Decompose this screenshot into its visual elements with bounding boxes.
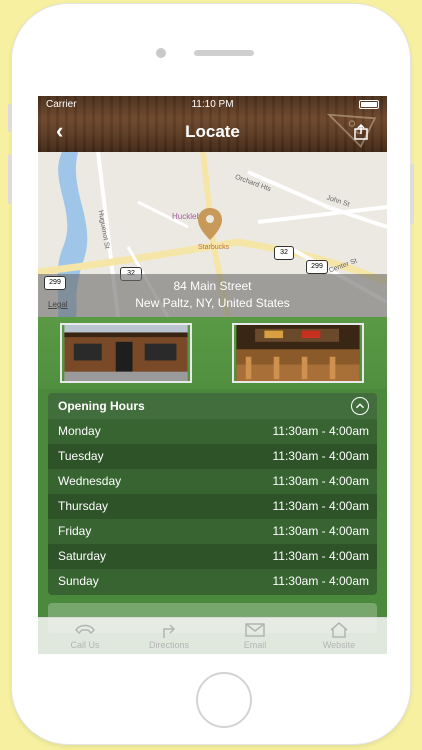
tab-label: Call Us [70,640,100,650]
route-shield-icon: 299 [44,276,66,290]
location-pin-icon [198,208,222,240]
tab-website[interactable]: Website [304,622,374,650]
opening-hours-title: Opening Hours [58,399,145,413]
tab-call-us[interactable]: Call Us [50,622,120,650]
phone-icon [75,624,95,635]
opening-hours-header[interactable]: Opening Hours [48,393,377,419]
tab-bar: Call Us Directions Email Website [38,617,387,654]
hours-row-thursday: Thursday 11:30am - 4:00am [48,494,377,519]
tab-label: Website [322,640,356,650]
address-street: 84 Main Street [173,279,252,293]
share-icon[interactable] [353,124,369,140]
hours-value: 11:30am - 4:00am [272,549,370,563]
app-screen: Carrier 11:10 PM ‹ Locate Orchard Hts Jo… [38,96,387,654]
route-shield-icon: 32 [274,246,294,260]
hours-value: 11:30am - 4:00am [272,474,370,488]
tab-email[interactable]: Email [220,622,290,650]
chevron-up-icon[interactable] [351,397,369,415]
day-label: Sunday [58,574,99,588]
hours-row-sunday: Sunday 11:30am - 4:00am [48,569,377,594]
tab-directions[interactable]: Directions [134,622,204,650]
map-label-starbucks: Starbucks [198,244,230,251]
bar-interior-photo[interactable] [232,323,364,383]
tab-label: Email [243,640,267,650]
map-legal-link[interactable]: Legal [48,300,68,309]
address-city: New Paltz, NY, United States [135,296,290,310]
day-label: Wednesday [58,474,122,488]
speaker-grille [194,50,254,56]
hours-row-monday: Monday 11:30am - 4:00am [48,419,377,444]
nav-bar: Carrier 11:10 PM ‹ Locate [38,96,387,152]
mute-switch [8,104,12,132]
power-button [410,164,414,224]
home-icon [330,622,348,638]
hours-row-friday: Friday 11:30am - 4:00am [48,519,377,544]
location-map[interactable]: Orchard Hts John St Huguenot St W Center… [38,152,387,317]
day-label: Friday [58,524,92,538]
hours-row-tuesday: Tuesday 11:30am - 4:00am [48,444,377,469]
hours-value: 11:30am - 4:00am [272,449,370,463]
hours-value: 11:30am - 4:00am [272,424,370,438]
hours-value: 11:30am - 4:00am [272,574,370,588]
day-label: Monday [58,424,101,438]
hours-value: 11:30am - 4:00am [272,499,370,513]
tab-label: Directions [148,640,189,650]
battery-icon [359,100,379,109]
photo-gallery [38,317,387,389]
opening-hours-card: Opening Hours Monday 11:30am - 4:00am Tue… [48,393,377,595]
hours-value: 11:30am - 4:00am [272,524,370,538]
page-title: Locate [185,122,240,141]
day-label: Thursday [58,499,109,513]
home-button[interactable] [196,672,252,728]
hours-row-saturday: Saturday 11:30am - 4:00am [48,544,377,569]
day-label: Tuesday [58,449,104,463]
address-overlay: 84 Main Street New Paltz, NY, United Sta… [38,274,387,317]
email-icon [245,623,265,637]
storefront-photo[interactable] [60,323,192,383]
storefront-image [64,325,188,381]
hours-row-wednesday: Wednesday 11:30am - 4:00am [48,469,377,494]
front-camera [156,48,166,58]
nav-title-row: ‹ Locate [38,114,387,150]
day-label: Saturday [58,549,107,563]
directions-icon [163,624,176,638]
bar-interior-image [236,325,360,381]
route-shield-icon: 299 [306,260,328,274]
volume-button [8,154,12,204]
status-bar: Carrier 11:10 PM [46,98,379,112]
clock: 11:10 PM [191,99,234,110]
